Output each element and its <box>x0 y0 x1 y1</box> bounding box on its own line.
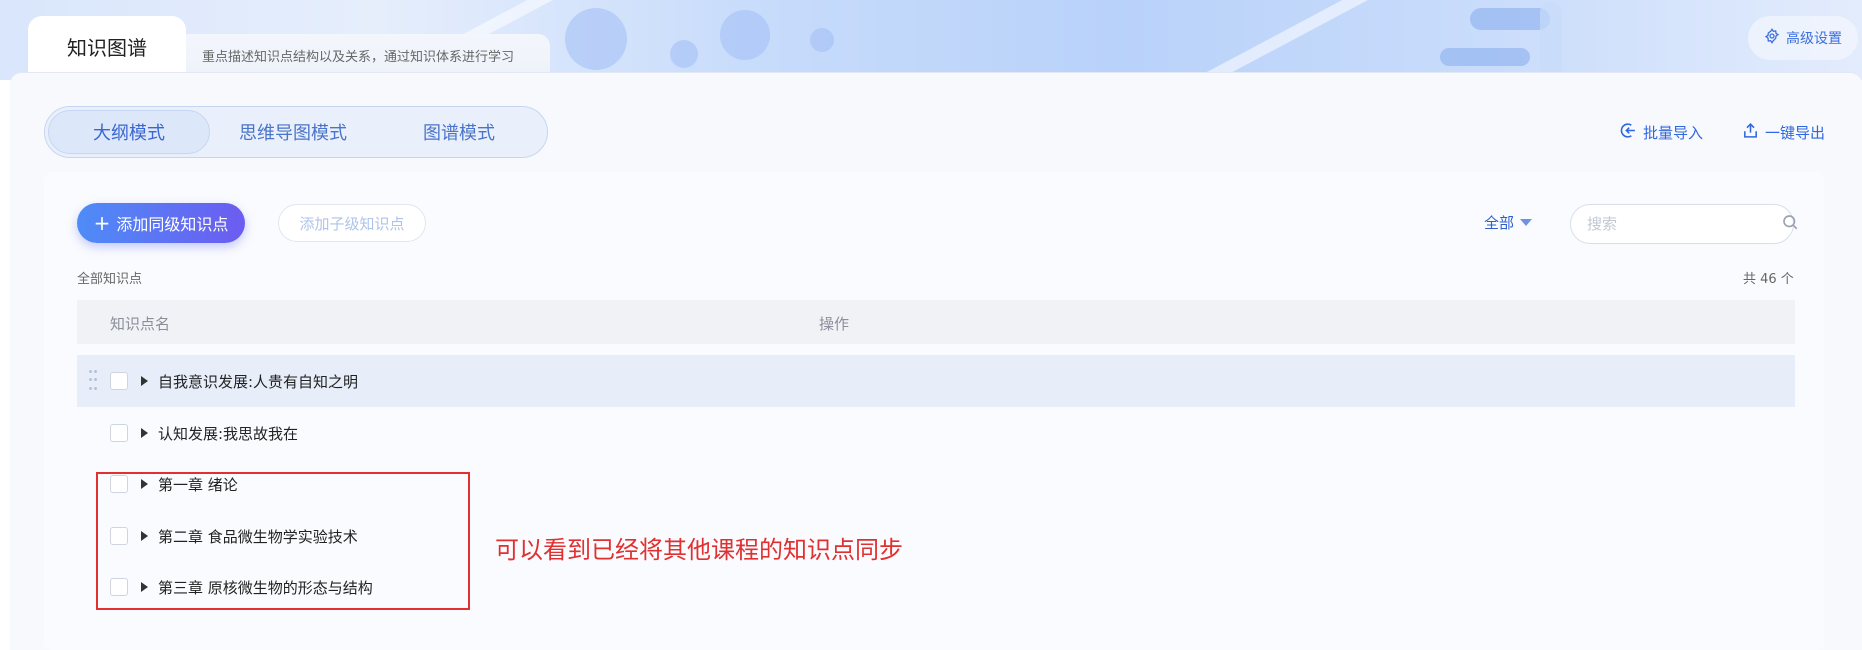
annotation-note: 可以看到已经将其他课程的知识点同步 <box>495 536 903 564</box>
advanced-settings-label: 高级设置 <box>1786 31 1842 47</box>
one-click-export-label: 一键导出 <box>1765 124 1826 142</box>
row-checkbox[interactable] <box>110 372 128 390</box>
add-sibling-label: 添加同级知识点 <box>116 215 229 234</box>
plus-icon: + <box>93 211 111 235</box>
search-input[interactable] <box>1587 215 1781 233</box>
row-checkbox[interactable] <box>110 424 128 442</box>
expand-arrow-icon[interactable] <box>141 376 148 386</box>
column-header-name: 知识点名 <box>110 315 171 333</box>
one-click-export-button[interactable]: 一键导出 <box>1742 122 1825 143</box>
import-icon <box>1620 122 1637 143</box>
row-name: 自我意识发展:人贵有自知之明 <box>158 373 359 391</box>
batch-import-button[interactable]: 批量导入 <box>1620 122 1703 143</box>
mode-mindmap[interactable]: 思维导图模式 <box>210 110 376 154</box>
search-box <box>1570 204 1798 244</box>
column-header-actions: 操作 <box>819 315 850 333</box>
tab-description: 重点描述知识点结构以及关系，通过知识体系进行学习 <box>186 34 550 76</box>
caret-down-icon <box>1520 219 1533 226</box>
expand-arrow-icon[interactable] <box>141 428 148 438</box>
batch-import-label: 批量导入 <box>1643 124 1704 142</box>
table-row[interactable]: 认知发展:我思故我在 <box>77 407 1795 459</box>
row-name: 认知发展:我思故我在 <box>158 425 299 443</box>
gear-icon <box>1764 28 1780 48</box>
search-icon[interactable] <box>1781 213 1799 235</box>
table-header: 知识点名 操作 <box>77 300 1795 344</box>
mode-outline[interactable]: 大纲模式 <box>48 110 210 154</box>
mode-switcher: 大纲模式 思维导图模式 图谱模式 <box>44 106 548 158</box>
drag-handle-icon[interactable] <box>89 370 97 392</box>
filter-dropdown[interactable]: 全部 <box>1484 212 1533 233</box>
mode-graph[interactable]: 图谱模式 <box>376 110 542 154</box>
filter-value: 全部 <box>1484 214 1515 232</box>
section-label: 全部知识点 <box>77 272 143 287</box>
export-icon <box>1742 122 1759 143</box>
table-row[interactable]: 自我意识发展:人贵有自知之明 <box>77 355 1795 407</box>
add-sibling-button[interactable]: + 添加同级知识点 <box>77 203 245 243</box>
annotation-highlight-box <box>96 472 470 610</box>
tab-knowledge-graph[interactable]: 知识图谱 <box>28 16 186 76</box>
add-child-button[interactable]: 添加子级知识点 <box>278 204 426 242</box>
advanced-settings-button[interactable]: 高级设置 <box>1748 16 1858 60</box>
total-count: 共 46 个 <box>1743 272 1794 287</box>
